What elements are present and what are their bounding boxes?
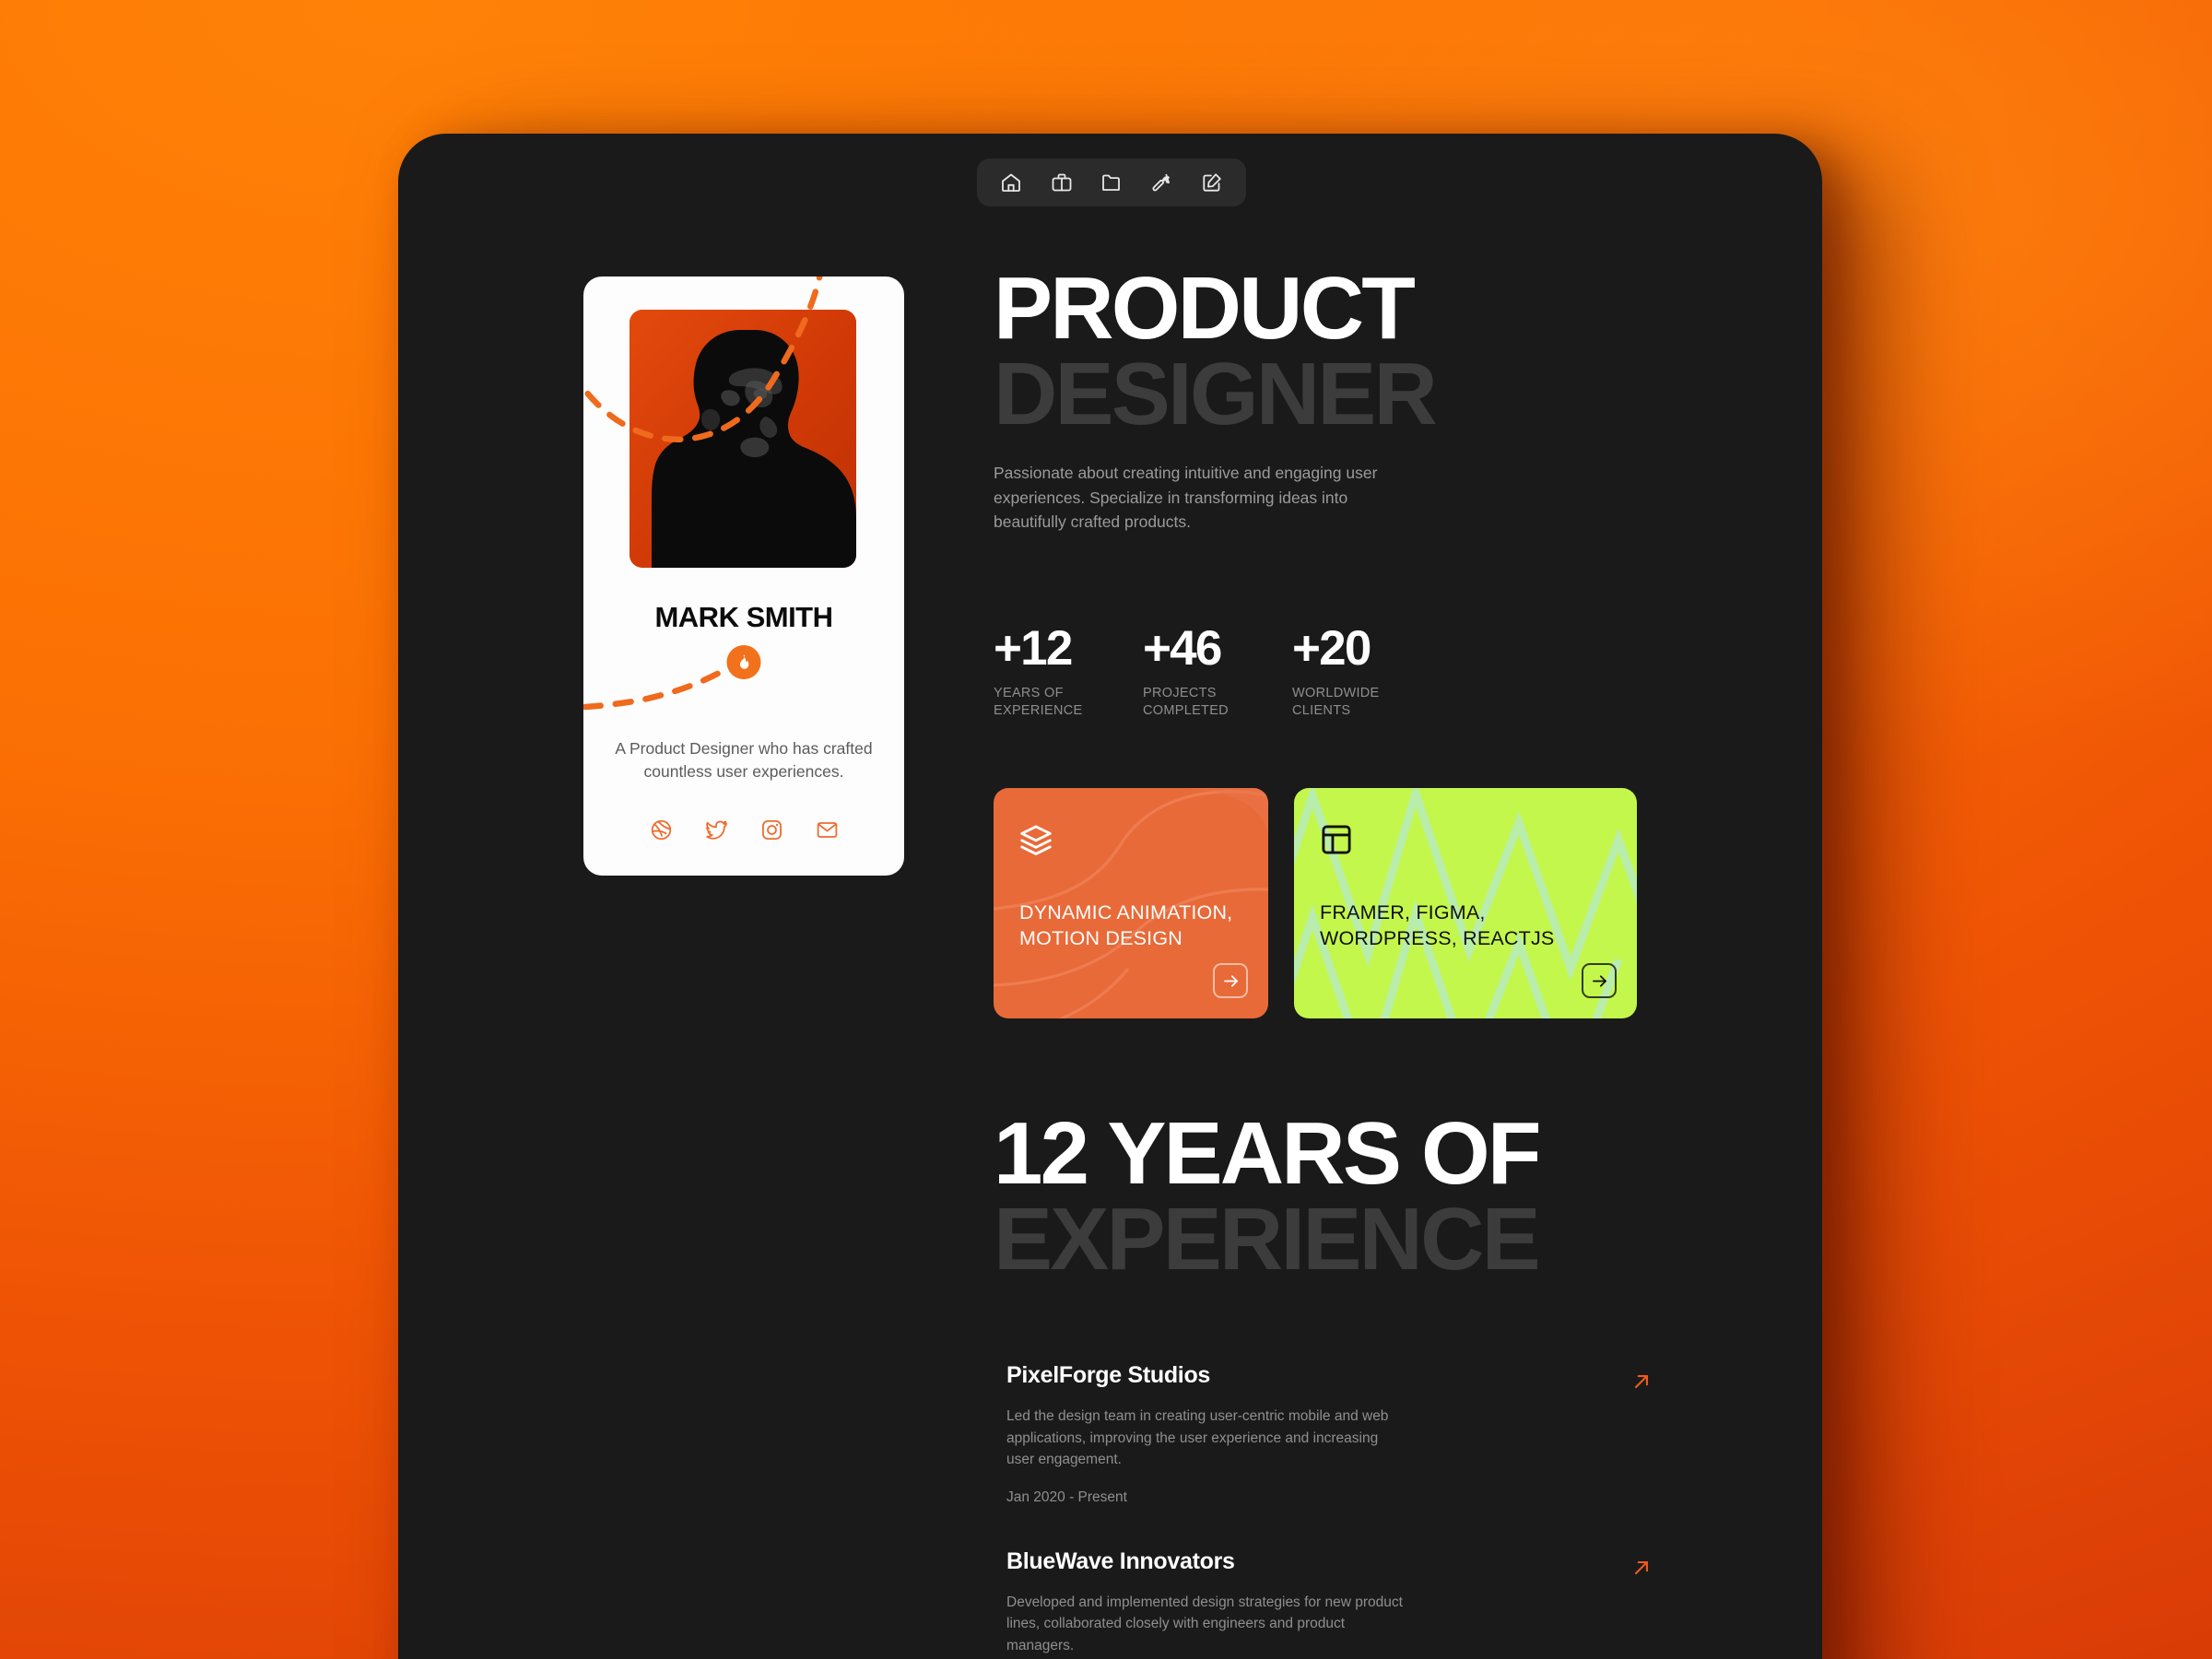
stat-value: +20 (1292, 621, 1371, 676)
instagram-icon[interactable] (760, 818, 783, 841)
arrow-right-icon[interactable] (1213, 963, 1248, 998)
stat-value: +46 (1143, 621, 1222, 676)
stat-value: +12 (994, 621, 1073, 676)
mail-icon[interactable] (816, 818, 839, 841)
stat-label: YEARS OF EXPERIENCE (994, 686, 1083, 718)
stat-label: PROJECTS COMPLETED (1143, 686, 1229, 718)
profile-card: MARK SMITH A Product Designer who has cr… (583, 276, 904, 876)
avatar (629, 310, 856, 568)
stat-item: +46 PROJECTS COMPLETED (1143, 624, 1248, 719)
hero-section: PRODUCT DESIGNER Passionate about creati… (994, 259, 1712, 535)
skill-title: DYNAMIC ANIMATION, MOTION DESIGN (1019, 901, 1233, 949)
stats-row: +12 YEARS OF EXPERIENCE +46 PROJECTS COMPL… (994, 624, 1397, 719)
experience-list: PixelForge Studios Led the design team i… (1006, 1362, 1649, 1659)
folder-icon[interactable] (1100, 171, 1123, 194)
experience-date: Jan 2020 - Present (1006, 1488, 1127, 1505)
flame-icon (726, 645, 761, 679)
arrow-up-right-icon[interactable] (1630, 1370, 1653, 1394)
hero-title-line1: PRODUCT (994, 259, 1416, 358)
profile-description: A Product Designer who has crafted count… (615, 739, 873, 781)
stat-item: +20 WORLDWIDE CLIENTS (1292, 624, 1397, 719)
skill-card-tools[interactable]: FRAMER, FIGMA, WORDPRESS, REACTJS (1294, 788, 1637, 1018)
experience-description: Developed and implemented design strateg… (1006, 1594, 1403, 1653)
arrow-up-right-icon[interactable] (1630, 1556, 1653, 1580)
stat-item: +12 YEARS OF EXPERIENCE (994, 624, 1099, 719)
home-icon[interactable] (1000, 171, 1022, 194)
layers-icon (1019, 823, 1053, 856)
social-links (583, 818, 904, 841)
wrench-icon[interactable] (1150, 171, 1172, 194)
experience-description: Led the design team in creating user-cen… (1006, 1408, 1389, 1468)
skill-title: FRAMER, FIGMA, WORDPRESS, REACTJS (1320, 901, 1555, 949)
hero-description: Passionate about creating intuitive and … (994, 464, 1378, 532)
experience-company: PixelForge Studios (1006, 1362, 1211, 1388)
experience-company: BlueWave Innovators (1006, 1547, 1235, 1574)
experience-heading: 12 YEARS OF EXPERIENCE (994, 1104, 1731, 1289)
edit-square-icon[interactable] (1201, 171, 1223, 194)
dribbble-icon[interactable] (650, 818, 673, 841)
arrow-right-icon[interactable] (1582, 963, 1617, 998)
experience-item: BlueWave Innovators Developed and implem… (1006, 1547, 1649, 1657)
layout-icon (1320, 823, 1353, 856)
experience-title-line1: 12 YEARS OF (994, 1104, 1541, 1203)
skill-card-animation[interactable]: DYNAMIC ANIMATION, MOTION DESIGN (994, 788, 1268, 1018)
top-navigation-bar (977, 159, 1246, 206)
hero-title-line2: DESIGNER (994, 345, 1438, 444)
twitter-icon[interactable] (705, 818, 728, 841)
skill-cards: DYNAMIC ANIMATION, MOTION DESIGN FRAMER,… (994, 788, 1637, 1018)
profile-name: MARK SMITH (654, 601, 833, 633)
experience-item: PixelForge Studios Led the design team i… (1006, 1362, 1649, 1506)
stat-label: WORLDWIDE CLIENTS (1292, 686, 1380, 718)
experience-title-line2: EXPERIENCE (994, 1190, 1541, 1289)
briefcase-icon[interactable] (1051, 171, 1073, 194)
